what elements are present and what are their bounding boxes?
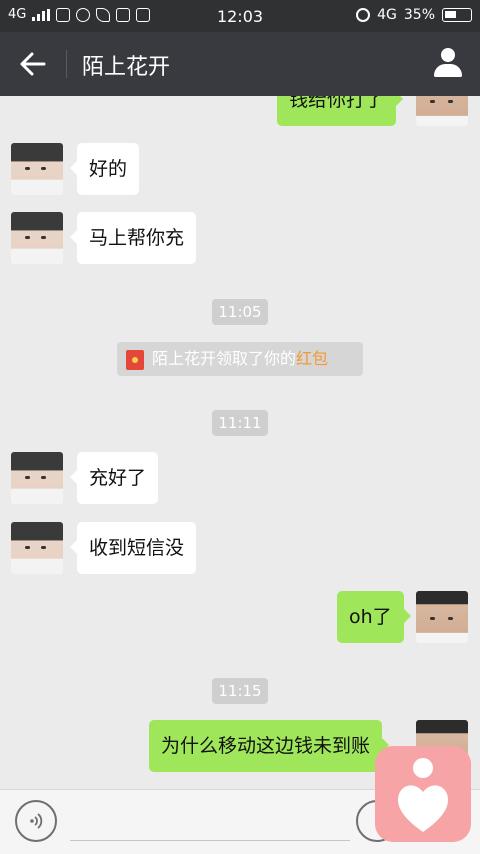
avatar-self[interactable] (416, 591, 468, 643)
message-bubble-outgoing[interactable]: oh了 (337, 591, 411, 643)
chat-header: 陌上花开 (0, 32, 480, 96)
floating-app-icon[interactable] (375, 746, 471, 842)
chat-title: 陌上花开 (82, 55, 171, 80)
status-bar: 4G 12:03 4G 35% (0, 0, 480, 32)
message-bubble-outgoing[interactable]: 钱给你打了 (277, 96, 404, 126)
chat-area[interactable]: 钱给你打了 好的 马上帮你充 11:05 陌上花开领取了你的红包 11:11 充… (0, 96, 480, 789)
timestamp: 11:05 (212, 299, 268, 325)
message-bubble-incoming[interactable]: 马上帮你充 (69, 212, 197, 264)
network-label-right: 4G (377, 7, 397, 23)
alarm-icon (356, 8, 371, 22)
avatar-contact[interactable] (11, 143, 63, 195)
avatar-self[interactable] (416, 96, 468, 126)
message-input[interactable] (70, 840, 350, 841)
avatar-contact[interactable] (11, 452, 63, 504)
system-message-text: 陌上花开领取了你的 (152, 349, 297, 368)
message-bubble-incoming[interactable]: 收到短信没 (69, 522, 197, 574)
profile-icon[interactable] (434, 48, 462, 78)
avatar-contact[interactable] (11, 522, 63, 574)
heart-icon (398, 785, 448, 832)
timestamp: 11:15 (212, 678, 268, 704)
back-arrow-icon[interactable] (18, 50, 48, 78)
message-bubble-incoming[interactable]: 充好了 (69, 452, 159, 504)
red-packet-link[interactable]: 红包 (296, 349, 328, 368)
head-icon (413, 758, 433, 778)
message-bubble-outgoing[interactable]: 为什么移动这边钱未到账 (149, 720, 390, 772)
avatar-contact[interactable] (11, 212, 63, 264)
battery-icon (442, 8, 472, 22)
battery-percent: 35% (403, 7, 435, 23)
system-message: 陌上花开领取了你的红包 (117, 342, 363, 376)
header-divider (66, 50, 67, 78)
red-envelope-icon (126, 350, 144, 370)
voice-icon[interactable] (15, 800, 57, 842)
message-bubble-incoming[interactable]: 好的 (69, 143, 140, 195)
timestamp: 11:11 (212, 410, 268, 436)
